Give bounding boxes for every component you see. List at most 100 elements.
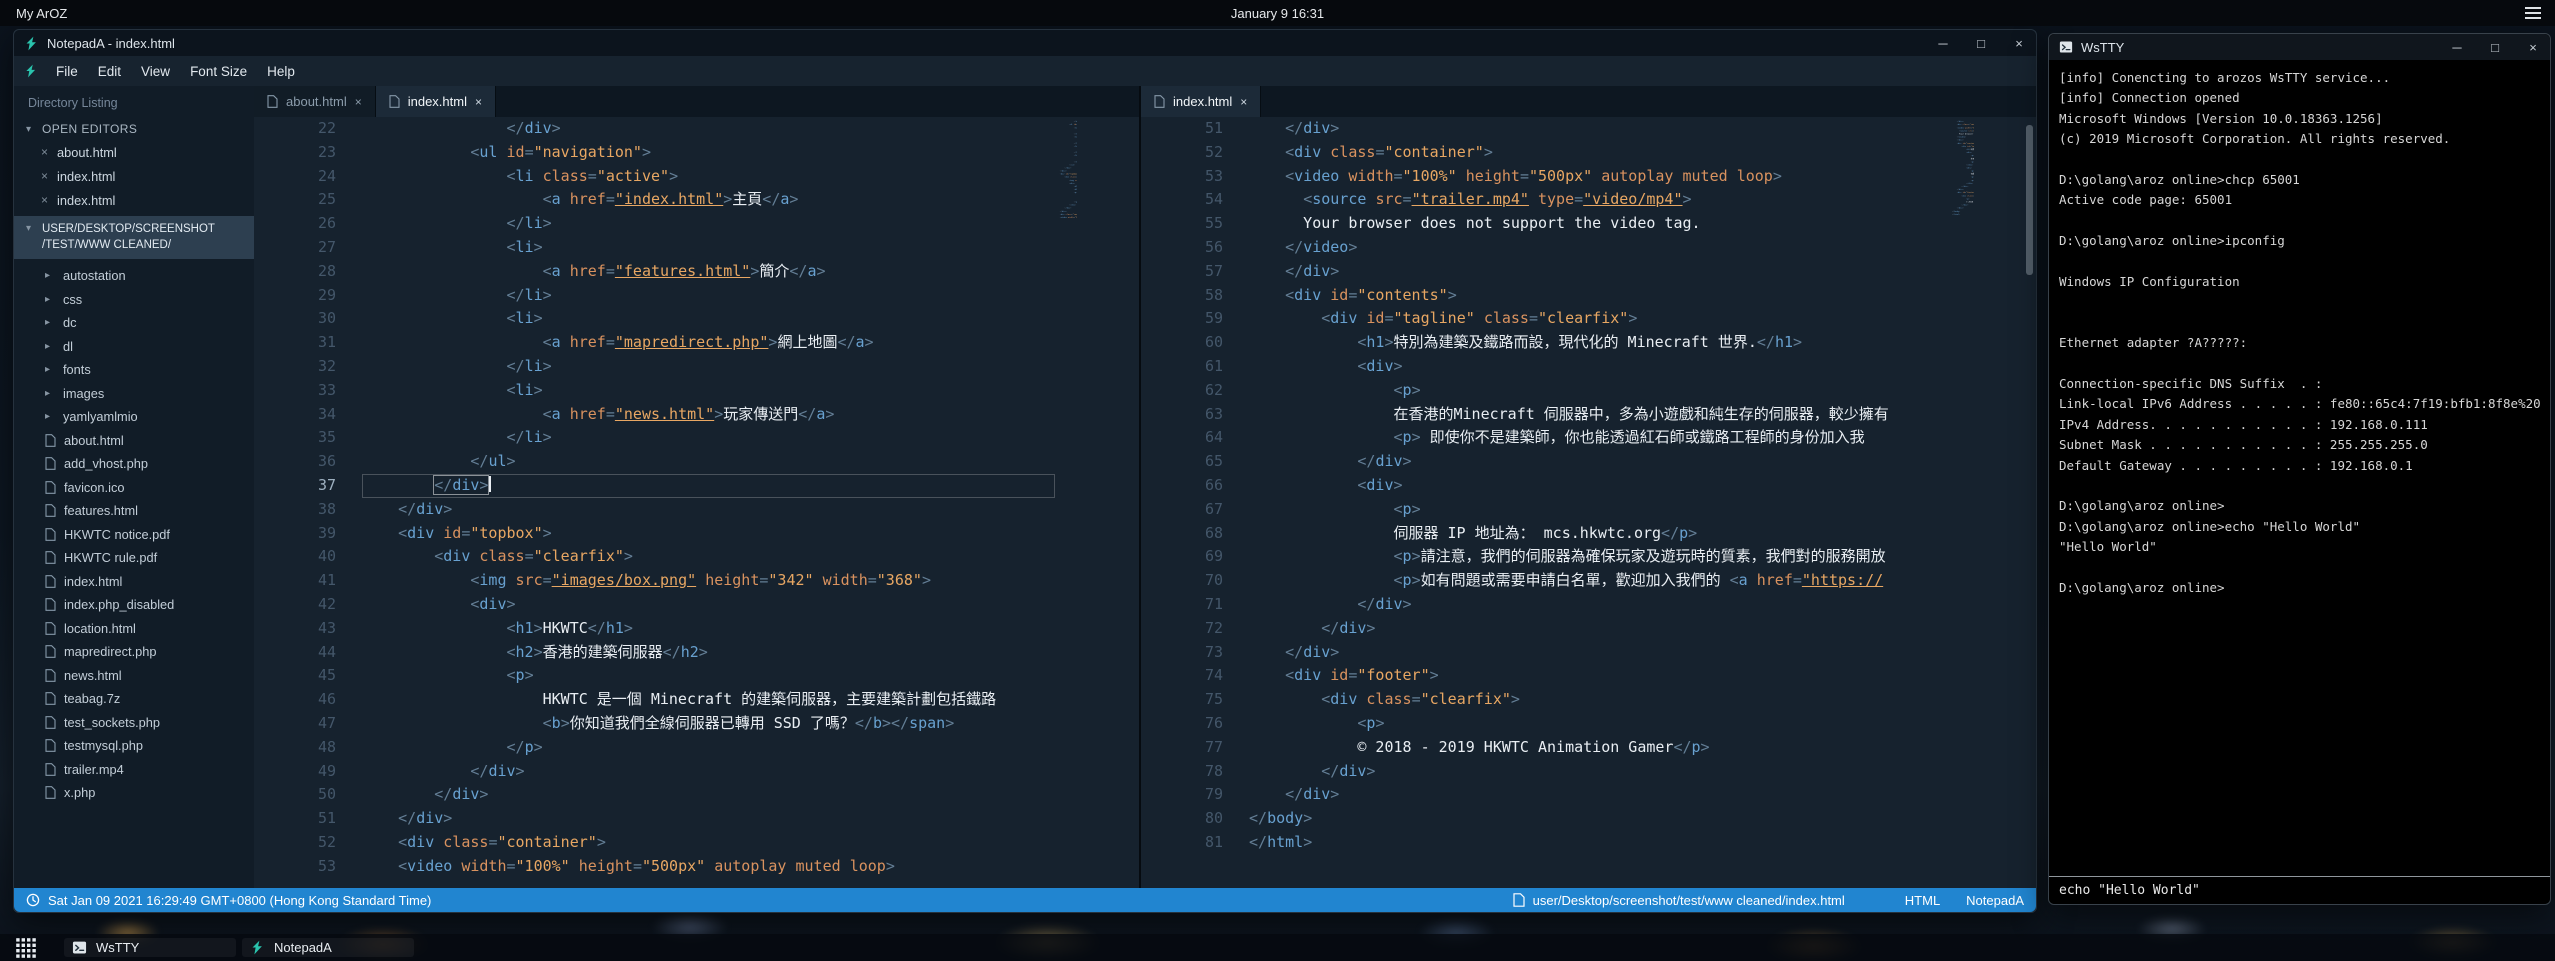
minimap-left[interactable]: </div> <ul id="navigation"> <li class="a… bbox=[1055, 117, 1077, 888]
tree-file-trailer.mp4[interactable]: trailer.mp4 bbox=[14, 758, 254, 782]
folder-name: css bbox=[63, 292, 82, 307]
hamburger-menu-icon[interactable] bbox=[2525, 7, 2541, 19]
tree-folder-autostation[interactable]: ▸autostation bbox=[14, 264, 254, 288]
tree-folder-dl[interactable]: ▸dl bbox=[14, 335, 254, 359]
tree-folder-fonts[interactable]: ▸fonts bbox=[14, 358, 254, 382]
tab-close-icon[interactable]: × bbox=[1240, 95, 1247, 109]
tree-file-favicon.ico[interactable]: favicon.ico bbox=[14, 476, 254, 500]
scrollbar-right[interactable] bbox=[1974, 117, 2036, 888]
tree-file-mapredirect.php[interactable]: mapredirect.php bbox=[14, 640, 254, 664]
taskbar-item-label: WsTTY bbox=[96, 940, 139, 955]
open-editors-header[interactable]: ▾ OPEN EDITORS bbox=[14, 118, 254, 140]
line-number: 63 bbox=[1141, 403, 1223, 427]
editor-pane-right[interactable]: index.html× 5152535455565758596061626364… bbox=[1141, 86, 2036, 888]
maximize-button[interactable]: □ bbox=[2488, 40, 2502, 55]
tree-folder-css[interactable]: ▸css bbox=[14, 288, 254, 312]
menu-item-file[interactable]: File bbox=[46, 60, 88, 83]
chevron-down-icon: ▾ bbox=[26, 221, 36, 253]
tree-file-news.html[interactable]: news.html bbox=[14, 664, 254, 688]
tab-about.html[interactable]: about.html × bbox=[254, 86, 376, 117]
tree-file-teabag.7z[interactable]: teabag.7z bbox=[14, 687, 254, 711]
code-line: </div> bbox=[1249, 450, 1952, 474]
wstty-title-bar[interactable]: WsTTY ─ □ × bbox=[2049, 34, 2550, 60]
minimap-right[interactable]: </div> <div class="container"> <video wi… bbox=[1952, 117, 1974, 888]
open-editor-item[interactable]: ×index.html bbox=[14, 188, 254, 212]
tree-file-features.html[interactable]: features.html bbox=[14, 499, 254, 523]
editor-split-view: about.html×index.html× 22232425262728293… bbox=[254, 86, 2036, 888]
editor-pane-left[interactable]: about.html×index.html× 22232425262728293… bbox=[254, 86, 1139, 888]
workspace-folder-header[interactable]: ▾ USER/DESKTOP/SCREENSHOT /TEST/WWW CLEA… bbox=[14, 216, 254, 259]
text-cursor bbox=[489, 476, 491, 492]
close-button[interactable]: × bbox=[2526, 40, 2540, 55]
app-grid-icon[interactable] bbox=[12, 937, 40, 959]
wstty-window-title: WsTTY bbox=[2081, 40, 2124, 55]
tree-file-HKWTC-notice.pdf[interactable]: HKWTC notice.pdf bbox=[14, 523, 254, 547]
close-icon[interactable]: × bbox=[41, 145, 48, 159]
tree-folder-images[interactable]: ▸images bbox=[14, 382, 254, 406]
code-line: <div> bbox=[1249, 474, 1952, 498]
line-number: 74 bbox=[1141, 664, 1223, 688]
tree-file-test_sockets.php[interactable]: test_sockets.php bbox=[14, 711, 254, 735]
folder-name: autostation bbox=[63, 268, 126, 283]
tab-label: about.html bbox=[286, 94, 347, 109]
tree-file-x.php[interactable]: x.php bbox=[14, 781, 254, 805]
line-number: 22 bbox=[254, 117, 336, 141]
menu-item-view[interactable]: View bbox=[131, 60, 180, 83]
notepad-title-bar[interactable]: NotepadA - index.html ─ □ × bbox=[14, 30, 2036, 56]
maximize-button[interactable]: □ bbox=[1974, 36, 1988, 51]
scrollbar-thumb[interactable] bbox=[2026, 125, 2033, 275]
code-line: <h1>HKWTC</h1> bbox=[362, 617, 1055, 641]
taskbar-item-notepada[interactable]: NotepadA bbox=[242, 938, 414, 957]
open-editors-label: OPEN EDITORS bbox=[42, 122, 137, 136]
tab-close-icon[interactable]: × bbox=[475, 95, 482, 109]
file-name: x.php bbox=[64, 785, 95, 800]
status-language-mode[interactable]: HTML bbox=[1905, 893, 1940, 908]
tab-index.html[interactable]: index.html× bbox=[1141, 86, 1261, 117]
code-line: <p>如有問題或需要申請白名單，歡迎加入我們的 <a href="https:/… bbox=[1249, 569, 1952, 593]
tree-file-index.php_disabled[interactable]: index.php_disabled bbox=[14, 593, 254, 617]
notepad-status-bar: Sat Jan 09 2021 16:29:49 GMT+0800 (Hong … bbox=[14, 888, 2036, 912]
folder-name: dc bbox=[63, 315, 77, 330]
minimize-button[interactable]: ─ bbox=[2450, 40, 2464, 55]
line-number: 47 bbox=[254, 712, 336, 736]
tab-close-icon[interactable]: × bbox=[355, 95, 362, 109]
code-line: </div> bbox=[362, 474, 1055, 498]
sidebar-title: Directory Listing bbox=[14, 86, 254, 118]
code-line: <p>請注意，我們的伺服器為確保玩家及遊玩時的質素，我們對的服務開放 bbox=[1249, 545, 1952, 569]
code-line: <video width="100%" height="500px" autop… bbox=[362, 855, 1055, 879]
tree-folder-yamlyamlmio[interactable]: ▸yamlyamlmio bbox=[14, 405, 254, 429]
code-editor-left[interactable]: </div> <ul id="navigation"> <li class="a… bbox=[350, 117, 1055, 888]
tree-file-testmysql.php[interactable]: testmysql.php bbox=[14, 734, 254, 758]
status-file-path[interactable]: user/Desktop/screenshot/test/www cleaned… bbox=[1533, 893, 1845, 908]
tree-file-about.html[interactable]: about.html bbox=[14, 429, 254, 453]
code-line: 在香港的Minecraft 伺服器中，多為小遊戲和純生存的伺服器，較少擁有 bbox=[1249, 403, 1952, 427]
file-icon bbox=[45, 645, 56, 658]
terminal-line bbox=[2059, 313, 2540, 333]
open-editor-item[interactable]: ×index.html bbox=[14, 164, 254, 188]
tree-file-add_vhost.php[interactable]: add_vhost.php bbox=[14, 452, 254, 476]
tab-index.html[interactable]: index.html× bbox=[376, 86, 496, 117]
line-number: 48 bbox=[254, 736, 336, 760]
terminal-output[interactable]: [info] Conencting to arozos WsTTY servic… bbox=[2049, 60, 2550, 876]
code-editor-right[interactable]: </div> <div class="container"> <video wi… bbox=[1237, 117, 1952, 888]
close-button[interactable]: × bbox=[2012, 36, 2026, 51]
open-editor-item[interactable]: ×about.html bbox=[14, 140, 254, 164]
tree-file-HKWTC-rule.pdf[interactable]: HKWTC rule.pdf bbox=[14, 546, 254, 570]
close-icon[interactable]: × bbox=[41, 193, 48, 207]
chevron-down-icon: ▾ bbox=[26, 124, 36, 135]
menu-item-edit[interactable]: Edit bbox=[88, 60, 131, 83]
scrollbar-left[interactable] bbox=[1077, 117, 1139, 888]
menu-item-font-size[interactable]: Font Size bbox=[180, 60, 257, 83]
tree-file-index.html[interactable]: index.html bbox=[14, 570, 254, 594]
menu-item-help[interactable]: Help bbox=[257, 60, 305, 83]
system-menu-title[interactable]: My ArOZ bbox=[16, 6, 67, 21]
terminal-input[interactable]: echo "Hello World" bbox=[2049, 876, 2550, 904]
directory-sidebar: Directory Listing ▾ OPEN EDITORS ×about.… bbox=[14, 86, 254, 888]
close-icon[interactable]: × bbox=[41, 169, 48, 183]
taskbar-item-wstty[interactable]: WsTTY bbox=[64, 938, 236, 957]
minimize-button[interactable]: ─ bbox=[1936, 36, 1950, 51]
code-line: <h2>香港的建築伺服器</h2> bbox=[362, 641, 1055, 665]
tree-folder-dc[interactable]: ▸dc bbox=[14, 311, 254, 335]
code-line: <ul id="navigation"> bbox=[362, 141, 1055, 165]
tree-file-location.html[interactable]: location.html bbox=[14, 617, 254, 641]
